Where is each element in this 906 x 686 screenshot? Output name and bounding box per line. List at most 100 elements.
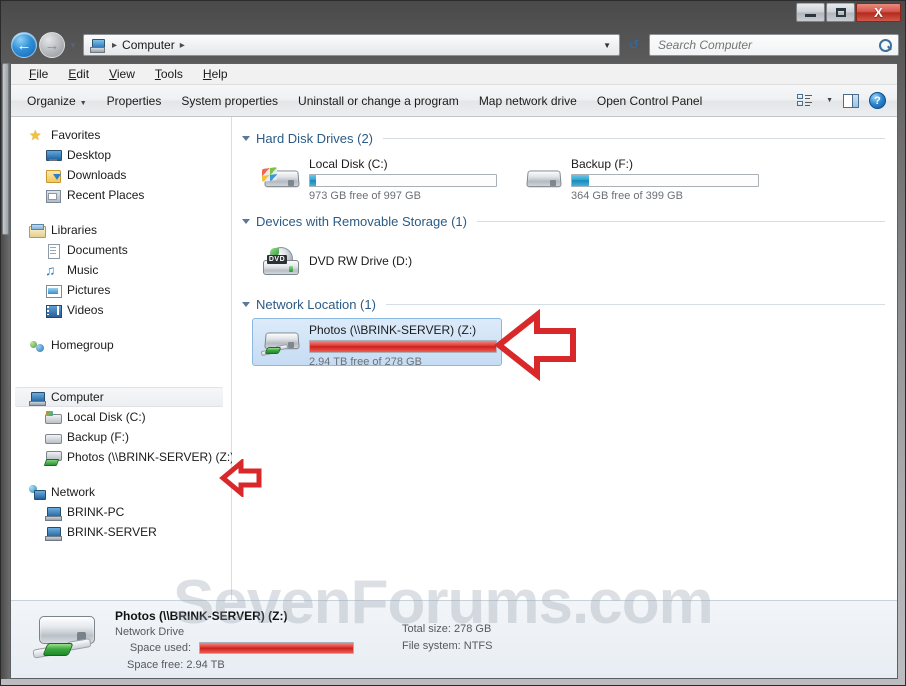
group-title: Hard Disk Drives (2) — [256, 131, 374, 146]
collapse-triangle-icon[interactable] — [242, 219, 250, 224]
menu-edit[interactable]: Edit — [58, 67, 99, 81]
recent-places-icon — [45, 188, 61, 203]
sidebar-item-videos[interactable]: Videos — [11, 300, 231, 320]
menu-view[interactable]: View — [99, 67, 145, 81]
sidebar-item-music[interactable]: ♫ Music — [11, 260, 231, 280]
view-dropdown-button[interactable]: ▼ — [817, 94, 838, 107]
menu-bar: File Edit View Tools Help — [11, 64, 897, 85]
show-preview-pane-button[interactable] — [838, 91, 864, 111]
maximize-button[interactable] — [826, 3, 855, 22]
map-network-drive-button[interactable]: Map network drive — [469, 90, 587, 112]
sidebar-label: Favorites — [51, 128, 101, 142]
sidebar-item-homegroup[interactable]: Homegroup — [11, 335, 231, 355]
drive-tile-photos-z[interactable]: Photos (\\BRINK-SERVER) (Z:) 2.94 TB fre… — [252, 318, 502, 368]
properties-button[interactable]: Properties — [97, 90, 172, 112]
drive-free-space: 973 GB free of 997 GB — [309, 190, 421, 202]
group-header-removable-storage[interactable]: Devices with Removable Storage (1) — [240, 214, 897, 229]
sidebar-item-libraries[interactable]: Libraries — [11, 220, 231, 240]
details-space-used-label: Space used: — [129, 641, 191, 654]
breadcrumb-separator-trailing[interactable]: ▸ — [175, 40, 190, 51]
address-bar[interactable]: ▸ Computer ▸ ▼ — [83, 34, 620, 56]
sidebar-label: Desktop — [67, 148, 112, 162]
harddisk-plain-icon — [45, 430, 62, 445]
uninstall-or-change-program-button[interactable]: Uninstall or change a program — [288, 90, 469, 112]
address-history-chevron-down-icon[interactable]: ▼ — [603, 41, 616, 50]
collapse-triangle-icon[interactable] — [242, 302, 250, 307]
computer-icon — [29, 390, 46, 406]
open-control-panel-button[interactable]: Open Control Panel — [587, 90, 712, 112]
sidebar-item-local-disk-c[interactable]: Local Disk (C:) — [11, 407, 231, 427]
client-area: File Edit View Tools Help Organize ▼ Prop… — [10, 63, 898, 679]
sidebar-label: BRINK-SERVER — [67, 525, 157, 539]
drive-info: DVD RW Drive (D:) — [309, 239, 497, 268]
back-button[interactable]: ← — [11, 32, 37, 58]
sidebar-item-downloads[interactable]: Downloads — [11, 165, 231, 185]
organize-button[interactable]: Organize ▼ — [17, 90, 97, 112]
sidebar-item-brink-server[interactable]: BRINK-SERVER — [11, 522, 231, 542]
help-button[interactable]: ? — [864, 89, 891, 112]
search-box[interactable] — [649, 34, 899, 56]
system-properties-button[interactable]: System properties — [171, 90, 288, 112]
group-header-network-location[interactable]: Network Location (1) — [240, 297, 897, 312]
sidebar-label: Network — [51, 485, 96, 499]
dvd-badge: DVD — [267, 255, 287, 264]
sidebar-item-network[interactable]: Network — [11, 482, 231, 502]
sidebar-label: Backup (F:) — [67, 430, 130, 444]
refresh-button[interactable]: ↺ — [623, 34, 645, 56]
details-space-free-value: 2.94 TB — [186, 658, 225, 671]
sidebar-item-computer[interactable]: Computer — [15, 387, 223, 407]
system-harddisk-icon — [257, 156, 305, 200]
drive-name: Backup (F:) — [571, 157, 634, 171]
sidebar-item-backup-f[interactable]: Backup (F:) — [11, 427, 231, 447]
videos-icon — [45, 303, 62, 318]
capacity-bar — [309, 174, 497, 187]
drive-tile-backup-f[interactable]: Backup (F:) 364 GB free of 399 GB — [514, 152, 764, 202]
sidebar-item-desktop[interactable]: Desktop — [11, 145, 231, 165]
view-options-icon — [797, 93, 813, 108]
close-button[interactable]: X — [856, 3, 901, 22]
recent-pages-dropdown[interactable]: ▼ — [66, 41, 80, 50]
forward-button[interactable]: → — [39, 32, 65, 58]
drive-tile-dvd-rw-d[interactable]: DVD DVD RW Drive (D:) — [252, 235, 502, 283]
scrollbar-thumb[interactable] — [2, 63, 9, 235]
details-space-used-fill — [200, 642, 353, 653]
sidebar-item-brink-pc[interactable]: BRINK-PC — [11, 502, 231, 522]
sidebar-item-documents[interactable]: Documents — [11, 240, 231, 260]
help-icon: ? — [869, 92, 886, 109]
documents-icon — [45, 243, 61, 259]
drive-tile-local-disk-c[interactable]: Local Disk (C:) 973 GB free of 997 GB — [252, 152, 502, 202]
window-vertical-scrollbar[interactable] — [1, 63, 10, 679]
details-space-free-label: Space free: — [127, 658, 184, 671]
details-right-column: Total size: 278 GB File system: NTFS — [402, 623, 492, 657]
details-space-used-row: Space used: — [115, 641, 354, 654]
sidebar-item-recent-places[interactable]: Recent Places — [11, 185, 231, 205]
menu-tools[interactable]: Tools — [145, 67, 193, 81]
sidebar-item-pictures[interactable]: Pictures — [11, 280, 231, 300]
sidebar-label: Pictures — [67, 283, 111, 297]
group-title: Network Location (1) — [256, 297, 376, 312]
computer-icon — [89, 38, 105, 53]
search-icon — [879, 38, 892, 52]
sidebar-label: Downloads — [67, 168, 127, 182]
drive-row: Local Disk (C:) 973 GB free of 997 GB Ba… — [240, 152, 897, 202]
star-icon: ★ — [29, 126, 42, 143]
sidebar-item-photos-z[interactable]: Photos (\\BRINK-SERVER) (Z:) — [11, 447, 235, 467]
forward-arrow-icon: → — [44, 36, 60, 54]
menu-help[interactable]: Help — [193, 67, 238, 81]
collapse-triangle-icon[interactable] — [242, 136, 250, 141]
pictures-icon — [45, 283, 62, 298]
group-header-hard-disk-drives[interactable]: Hard Disk Drives (2) — [240, 131, 897, 146]
breadcrumb-computer[interactable]: Computer — [122, 38, 175, 52]
sidebar-item-favorites[interactable]: ★ Favorites — [11, 125, 231, 145]
sidebar-label: Photos (\\BRINK-SERVER) (Z:) — [67, 450, 235, 464]
drive-row: DVD DVD RW Drive (D:) — [240, 235, 897, 283]
change-view-button[interactable] — [792, 91, 817, 111]
content-pane[interactable]: Hard Disk Drives (2) Local Disk (C:) 973… — [232, 117, 897, 633]
search-input[interactable] — [656, 37, 879, 53]
menu-file[interactable]: File — [19, 67, 58, 81]
details-total-size-value: 278 GB — [453, 622, 492, 635]
drive-free-space: 2.94 TB free of 278 GB — [309, 356, 422, 368]
minimize-button[interactable] — [796, 3, 825, 22]
